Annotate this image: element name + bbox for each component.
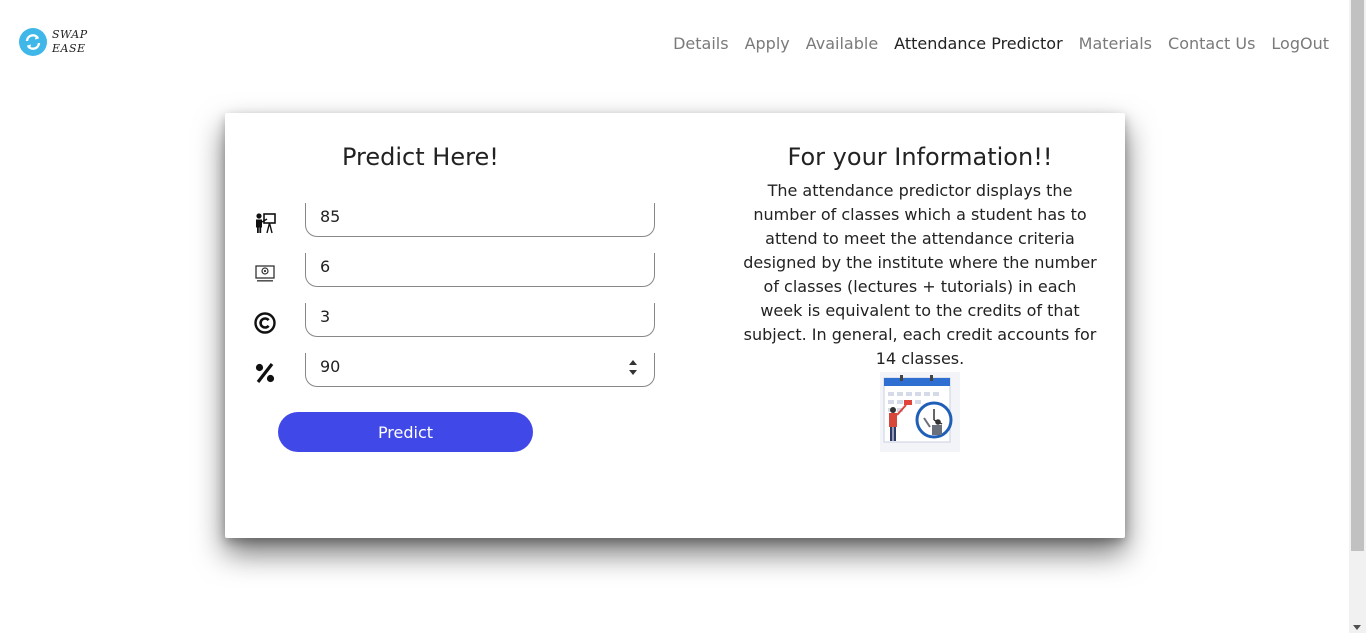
- page: SWAP EASE Details Apply Available Attend…: [0, 0, 1366, 633]
- lectures-row: [253, 203, 655, 243]
- credits-icon: [253, 311, 277, 335]
- brand-logo[interactable]: SWAP EASE: [19, 28, 88, 56]
- brand-name: SWAP EASE: [52, 28, 88, 56]
- tutorials-field: [305, 253, 655, 287]
- scroll-down-icon[interactable]: [1353, 625, 1361, 630]
- percentage-row: [253, 353, 655, 393]
- nav-attendance-predictor[interactable]: Attendance Predictor: [894, 34, 1063, 53]
- info-title: For your Information!!: [787, 143, 1053, 171]
- number-stepper[interactable]: [628, 357, 638, 379]
- credits-field: [305, 303, 655, 337]
- brand-line-2: EASE: [52, 42, 86, 55]
- calendar-illustration-icon: [880, 372, 960, 452]
- predictor-card: Predict Here! 85 6 3 90 Predict For your…: [225, 113, 1125, 538]
- brand-line-1: SWAP: [52, 28, 88, 41]
- stepper-down-icon[interactable]: [629, 370, 637, 375]
- info-text: The attendance predictor displays the nu…: [743, 181, 1097, 368]
- main-nav: Details Apply Available Attendance Predi…: [657, 34, 1329, 53]
- stepper-up-icon[interactable]: [629, 360, 637, 365]
- percentage-field: [305, 353, 655, 387]
- nav-available[interactable]: Available: [806, 34, 878, 53]
- swap-icon: [19, 28, 47, 56]
- nav-logout[interactable]: LogOut: [1271, 34, 1329, 53]
- nav-details[interactable]: Details: [673, 34, 728, 53]
- nav-contact-us[interactable]: Contact Us: [1168, 34, 1255, 53]
- tutorials-row: [253, 253, 655, 293]
- credits-row: [253, 303, 655, 343]
- nav-materials[interactable]: Materials: [1079, 34, 1152, 53]
- scrollbar-thumb[interactable]: [1351, 0, 1364, 551]
- predict-button[interactable]: Predict: [278, 412, 533, 452]
- lectures-field: [305, 203, 655, 237]
- lecture-icon: [253, 211, 277, 235]
- nav-apply[interactable]: Apply: [745, 34, 790, 53]
- tutorials-input[interactable]: [320, 257, 620, 276]
- lectures-input[interactable]: [320, 207, 620, 226]
- percent-icon: [253, 361, 277, 385]
- scrollbar[interactable]: [1349, 0, 1366, 633]
- form-title: Predict Here!: [342, 143, 499, 171]
- tutorial-icon: [253, 261, 277, 285]
- credits-input[interactable]: [320, 307, 620, 326]
- percentage-input[interactable]: [320, 357, 620, 376]
